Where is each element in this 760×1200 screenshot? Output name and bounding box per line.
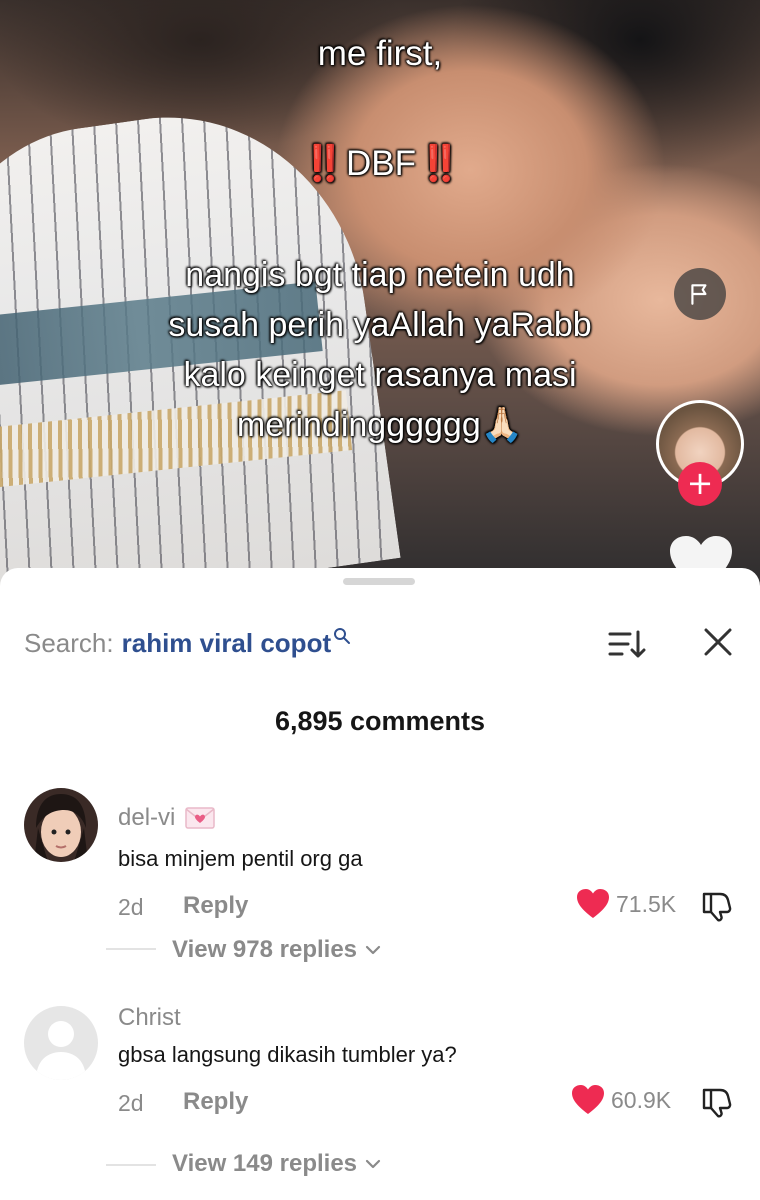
video-caption-line-1: me first, — [317, 34, 443, 73]
view-replies-button[interactable]: View 978 replies — [172, 936, 381, 964]
chevron-down-icon — [365, 1159, 381, 1169]
double-exclamation-icon: ‼️ — [302, 144, 346, 183]
love-letter-icon — [185, 807, 216, 829]
view-replies-text: View 978 replies — [172, 936, 358, 963]
video-caption-line-4: susah perih yaAllah yaRabb — [168, 306, 592, 344]
comment-time: 2d — [118, 1090, 144, 1116]
thumbs-down-icon[interactable] — [700, 1084, 734, 1118]
comments-count: 6,895 comments — [274, 706, 486, 736]
video-player[interactable]: me first, ‼️ DBF‼️ nangis bgt tiap netein… — [0, 0, 760, 600]
comment-username[interactable]: del-vi — [118, 804, 216, 832]
comments-sheet: Search: rahim viral copot 6,895 comments — [0, 568, 760, 1200]
praying-hands-icon: 🙏🏻 — [480, 406, 524, 444]
view-replies-text: View 149 replies — [172, 1150, 358, 1177]
video-caption-line-6: merindingggggg🙏🏻 — [80, 400, 680, 450]
like-count: 71.5K — [616, 890, 677, 917]
like-button[interactable]: 71.5K — [576, 888, 676, 920]
follow-plus-button[interactable]: + — [678, 462, 722, 506]
search-query-link[interactable]: rahim viral copot — [122, 628, 332, 659]
report-button[interactable] — [674, 268, 726, 320]
sort-icon[interactable] — [604, 624, 648, 664]
thumbs-down-icon[interactable] — [700, 888, 734, 922]
replies-divider — [106, 948, 156, 950]
heart-icon — [572, 1085, 604, 1114]
username-text: del-vi — [118, 804, 176, 831]
video-caption-line-5: kalo keinget rasanya masi — [183, 356, 577, 394]
like-count: 60.9K — [611, 1086, 672, 1113]
video-caption-body: nangis bgt tiap netein udh susah perih y… — [80, 250, 680, 450]
view-replies-button[interactable]: View 149 replies — [172, 1150, 381, 1178]
video-caption-line-6-text: merindingggggg — [236, 406, 481, 444]
video-caption-dbf: DBF — [346, 144, 416, 183]
search-label: Search: — [24, 628, 114, 658]
search-suggestion[interactable]: Search: rahim viral copot — [24, 627, 351, 659]
heart-icon — [577, 889, 609, 918]
flag-icon — [691, 284, 707, 305]
close-icon[interactable] — [700, 624, 736, 660]
username-text: Christ — [118, 1004, 181, 1031]
avatar[interactable] — [24, 788, 98, 862]
comment-text: gbsa langsung dikasih tumbler ya? — [118, 1042, 457, 1067]
comment-text: bisa minjem pentil org ga — [118, 846, 363, 871]
video-caption-line-2: ‼️ DBF‼️ — [80, 142, 680, 186]
comment-username[interactable]: Christ — [118, 1004, 181, 1032]
reply-button[interactable]: Reply — [183, 892, 248, 920]
comment-time: 2d — [118, 894, 144, 920]
replies-divider — [106, 1164, 156, 1166]
chevron-down-icon — [365, 945, 381, 955]
reply-button[interactable]: Reply — [183, 1088, 248, 1116]
double-exclamation-icon: ‼️ — [418, 144, 462, 183]
sheet-drag-handle[interactable] — [343, 578, 415, 585]
like-button[interactable]: 60.9K — [571, 1084, 671, 1116]
video-caption-line-3: nangis bgt tiap netein udh — [185, 256, 575, 294]
search-icon — [334, 627, 351, 644]
avatar[interactable] — [24, 1006, 98, 1080]
